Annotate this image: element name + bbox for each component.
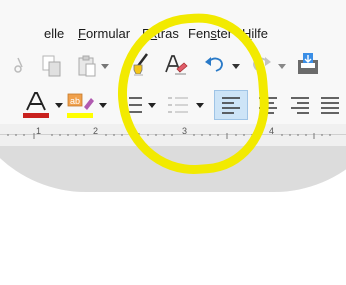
menu-label-suffix: ter: [216, 26, 233, 41]
justify-icon[interactable]: [320, 96, 340, 114]
font-color-icon[interactable]: [22, 92, 50, 118]
character-highlighting-color-icon[interactable]: ab: [66, 92, 96, 118]
undo-icon[interactable]: [204, 54, 226, 74]
menu-label-prefix: Fen: [188, 26, 211, 41]
document-area[interactable]: [0, 146, 346, 192]
menu-label-accelerator: H: [242, 26, 252, 41]
menu-label-prefix: E: [142, 26, 151, 41]
unordered-list-dropdown-chevron-icon[interactable]: [148, 103, 156, 109]
svg-text:ab: ab: [70, 96, 80, 106]
standard-toolbar: [0, 46, 346, 88]
menu-label-suffix: tras: [157, 26, 179, 41]
align-left-icon: [222, 97, 240, 114]
clone-formatting-icon[interactable]: [130, 52, 154, 78]
cut-icon[interactable]: [12, 56, 26, 76]
menu-label-suffix: ormular: [85, 26, 131, 41]
menu-label-suffix: ilfe: [251, 26, 269, 41]
toggle-unordered-list-icon[interactable]: [120, 94, 144, 116]
redo-dropdown-chevron-icon[interactable]: [278, 64, 286, 70]
screenshot: elle Formular Extras Fenster Hilfe ab 1 …: [0, 0, 346, 285]
menu-item-fenster[interactable]: Fenster: [188, 26, 232, 41]
clear-direct-formatting-icon[interactable]: [164, 54, 188, 76]
menu-item-formular[interactable]: Formular: [78, 26, 130, 41]
paste-dropdown-chevron-icon[interactable]: [101, 64, 109, 70]
align-right-icon[interactable]: [290, 96, 310, 114]
menu-item-extras[interactable]: Extras: [142, 26, 179, 41]
menu-label-accelerator: F: [78, 26, 86, 41]
font-color-dropdown-chevron-icon[interactable]: [55, 103, 63, 109]
menu-label-suffix: elle: [44, 26, 65, 41]
libreoffice-window: elle Formular Extras Fenster Hilfe ab 1 …: [0, 0, 346, 192]
highlighting-dropdown-chevron-icon[interactable]: [99, 103, 107, 109]
align-center-icon[interactable]: [258, 96, 278, 114]
copy-icon[interactable]: [40, 54, 64, 78]
horizontal-ruler[interactable]: 1 2 3 4: [0, 124, 346, 146]
ordered-list-dropdown-chevron-icon[interactable]: [196, 103, 204, 109]
redo-icon[interactable]: [250, 54, 272, 74]
menu-item-tabelle[interactable]: elle: [44, 26, 64, 41]
export-pdf-icon[interactable]: [296, 52, 320, 78]
paste-icon[interactable]: [76, 54, 98, 78]
align-left-button[interactable]: [214, 90, 248, 120]
menu-item-hilfe[interactable]: Hilfe: [242, 26, 268, 41]
ruler-ticks: [7, 133, 331, 139]
toggle-ordered-list-icon[interactable]: [166, 94, 190, 116]
formatting-toolbar: ab: [0, 88, 346, 124]
undo-dropdown-chevron-icon[interactable]: [232, 64, 240, 70]
menu-bar: elle Formular Extras Fenster Hilfe: [0, 0, 346, 46]
